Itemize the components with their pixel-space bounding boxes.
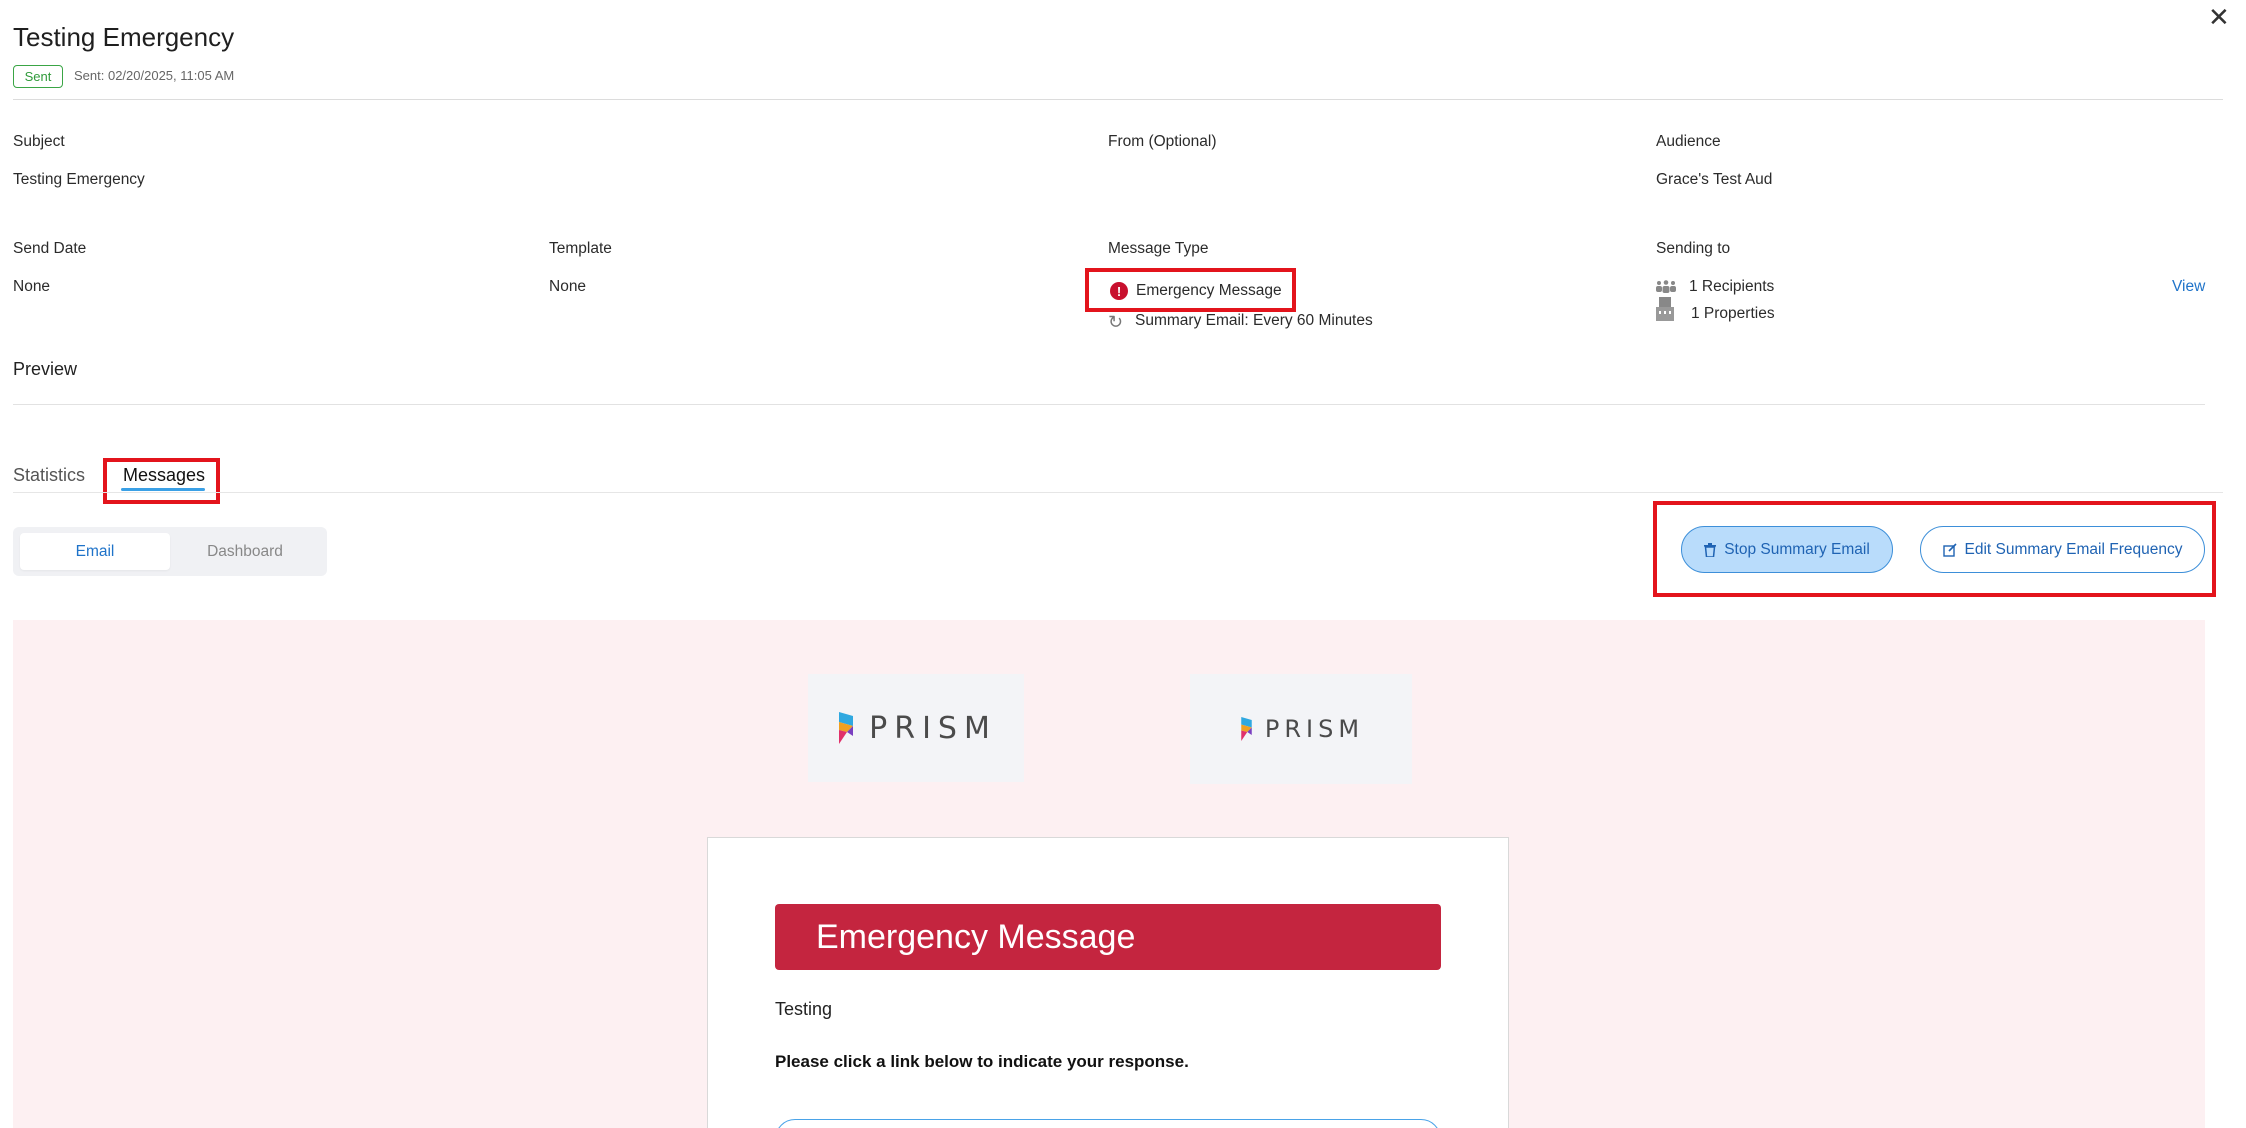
properties-count: 1 Properties <box>1691 305 1775 322</box>
response-link-button[interactable] <box>775 1119 1441 1128</box>
view-recipients-link[interactable]: View <box>2172 278 2205 296</box>
preview-divider <box>13 404 2205 405</box>
sending-to-label: Sending to <box>1656 240 1731 257</box>
tab-messages[interactable]: Messages <box>123 465 205 486</box>
summary-email-frequency: Summary Email: Every 60 Minutes <box>1135 312 1373 329</box>
sent-date: Sent: 02/20/2025, 11:05 AM <box>74 68 235 83</box>
audience-label: Audience <box>1656 133 1721 150</box>
preview-title: Preview <box>13 359 78 379</box>
stop-summary-email-label: Stop Summary Email <box>1724 540 1870 558</box>
email-toggle[interactable]: Email <box>20 533 170 570</box>
status-badge: Sent <box>13 65 63 88</box>
dashboard-toggle[interactable]: Dashboard <box>170 533 320 570</box>
building-icon <box>1656 297 1674 321</box>
from-label: From (Optional) <box>1108 133 1217 150</box>
alert-icon: ! <box>1110 282 1128 300</box>
prism-logo-secondary: PRISM <box>1190 674 1412 784</box>
template-label: Template <box>549 240 612 257</box>
edit-icon <box>1942 542 1957 557</box>
active-tab-indicator <box>121 488 205 491</box>
prism-logo-text: PRISM <box>869 710 997 746</box>
prism-logo: PRISM <box>808 674 1024 782</box>
recipients-count: 1 Recipients <box>1689 278 1775 295</box>
header-divider <box>13 99 2223 100</box>
email-body-text: Testing <box>775 999 833 1019</box>
email-instruction: Please click a link below to indicate yo… <box>775 1052 1189 1071</box>
audience-value: Grace's Test Aud <box>1656 171 1773 188</box>
close-icon[interactable]: ✕ <box>2208 2 2230 33</box>
refresh-icon: ↻ <box>1108 312 1124 332</box>
email-card <box>707 837 1509 1128</box>
stop-summary-email-button[interactable]: Stop Summary Email <box>1681 526 1893 573</box>
prism-logo-text: PRISM <box>1264 715 1365 743</box>
prism-logo-mark <box>1241 717 1252 741</box>
emergency-banner: Emergency Message <box>775 904 1441 970</box>
prism-logo-mark <box>839 712 854 744</box>
edit-summary-frequency-label: Edit Summary Email Frequency <box>1964 540 2183 558</box>
subject-value: Testing Emergency <box>13 171 145 188</box>
people-icon <box>1656 280 1676 293</box>
subject-label: Subject <box>13 133 65 150</box>
message-type-value: Emergency Message <box>1136 282 1282 299</box>
send-date-label: Send Date <box>13 240 87 257</box>
message-type-label: Message Type <box>1108 240 1209 257</box>
trash-icon <box>1704 542 1717 557</box>
tabs-divider <box>13 492 2223 493</box>
tab-statistics[interactable]: Statistics <box>13 465 85 486</box>
edit-summary-frequency-button[interactable]: Edit Summary Email Frequency <box>1920 526 2205 573</box>
page-title: Testing Emergency <box>13 22 235 52</box>
send-date-value: None <box>13 278 51 295</box>
template-value: None <box>549 278 587 295</box>
